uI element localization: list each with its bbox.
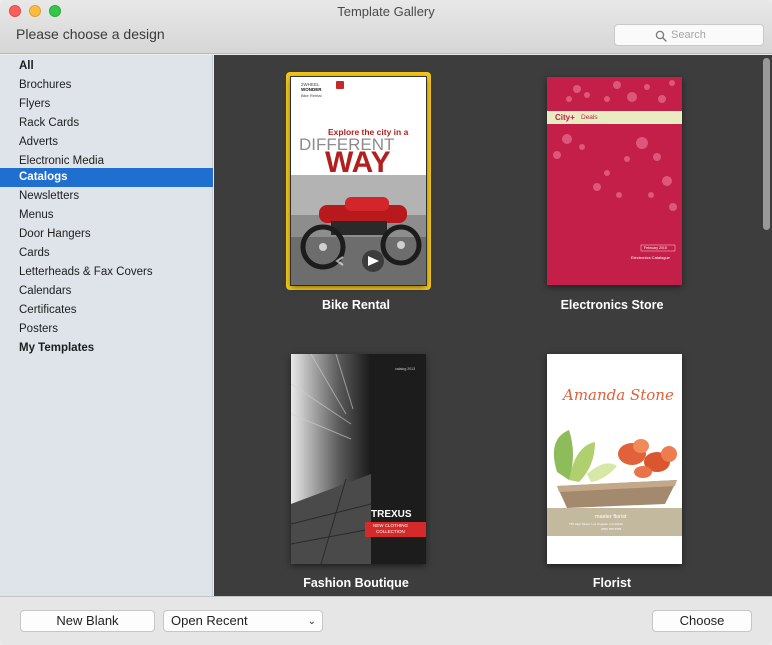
window-title: Template Gallery — [337, 4, 435, 19]
electronics-banner-sub: Deals — [581, 114, 598, 121]
sidebar-item-letterheads[interactable]: Letterheads & Fax Covers — [0, 263, 213, 282]
sidebar-item-flyers[interactable]: Flyers — [0, 95, 213, 114]
sidebar-item-all[interactable]: All — [0, 57, 213, 76]
electronics-footer-text: Electronics Catalogue — [631, 255, 670, 260]
template-thumbnail-electronics-store[interactable]: City+ Deals February 2015 Electronics Ca… — [547, 77, 682, 285]
bike-rental-cover-art — [291, 77, 426, 285]
florist-sub: master florist — [595, 514, 627, 520]
choose-button[interactable]: Choose — [652, 610, 752, 632]
fashion-brand: TREXUS — [371, 509, 412, 520]
sidebar-item-certificates[interactable]: Certificates — [0, 301, 213, 320]
sidebar-item-catalogs[interactable]: Catalogs — [0, 168, 213, 187]
sidebar-item-posters[interactable]: Posters — [0, 320, 213, 339]
title-bar: Template Gallery Please choose a design — [0, 0, 772, 54]
sidebar-item-adverts[interactable]: Adverts — [0, 133, 213, 152]
new-blank-button[interactable]: New Blank — [20, 610, 155, 632]
template-thumbnail-florist[interactable]: Amanda Stone master florist 765 High Str… — [547, 354, 682, 564]
open-recent-popup[interactable]: Open Recent ⌄ — [163, 610, 323, 632]
bottom-toolbar: New Blank Open Recent ⌄ Choose — [0, 596, 772, 645]
sidebar-item-brochures[interactable]: Brochures — [0, 76, 213, 95]
electronics-store-cover-art — [547, 77, 682, 285]
sidebar-item-calendars[interactable]: Calendars — [0, 282, 213, 301]
gallery-scrollbar[interactable] — [763, 58, 770, 230]
florist-address: 765 High Street, Los Angeles, CA 90210 — [569, 522, 623, 526]
bike-rental-headline3: WAY — [325, 146, 391, 179]
choose-design-prompt: Please choose a design — [16, 26, 165, 42]
sidebar-item-rack-cards[interactable]: Rack Cards — [0, 114, 213, 133]
fashion-corner-text: catalog 2013 — [395, 367, 416, 371]
template-grid: 2WHEEL WONDER Bike Rental Explore the ci… — [214, 55, 772, 596]
sidebar-item-my-templates[interactable]: My Templates — [0, 339, 213, 358]
search-field[interactable] — [614, 24, 764, 46]
florist-phone: (555) 555 5555 — [601, 527, 622, 531]
chevron-down-icon: ⌄ — [307, 616, 316, 627]
template-name-electronics-store: Electronics Store — [560, 298, 664, 312]
open-recent-label: Open Recent — [171, 613, 248, 628]
category-sidebar: All Brochures Flyers Rack Cards Adverts … — [0, 55, 213, 596]
sidebar-item-newsletters[interactable]: Newsletters — [0, 187, 213, 206]
sidebar-item-door-hangers[interactable]: Door Hangers — [0, 225, 213, 244]
search-icon — [655, 30, 667, 42]
template-name-florist: Florist — [592, 576, 632, 590]
search-input[interactable] — [671, 27, 759, 43]
template-thumbnail-bike-rental[interactable]: 2WHEEL WONDER Bike Rental Explore the ci… — [291, 77, 426, 285]
template-gallery-window: Template Gallery Please choose a design … — [0, 0, 772, 645]
electronics-banner-brand: City+ — [555, 113, 575, 122]
template-thumbnail-fashion-boutique[interactable]: catalog 2013 TREXUS NEW CLOTHING COLLECT… — [291, 354, 426, 564]
electronics-date: February 2015 — [644, 246, 667, 250]
fashion-tagline2: COLLECTION — [376, 529, 405, 534]
sidebar-item-menus[interactable]: Menus — [0, 206, 213, 225]
fashion-boutique-cover-art — [291, 354, 426, 564]
template-name-bike-rental: Bike Rental — [321, 298, 391, 312]
template-name-fashion-boutique: Fashion Boutique — [303, 576, 409, 590]
bike-rental-brand-line3: Bike Rental — [301, 93, 322, 98]
sidebar-item-cards[interactable]: Cards — [0, 244, 213, 263]
florist-title: Amanda Stone — [563, 386, 674, 404]
